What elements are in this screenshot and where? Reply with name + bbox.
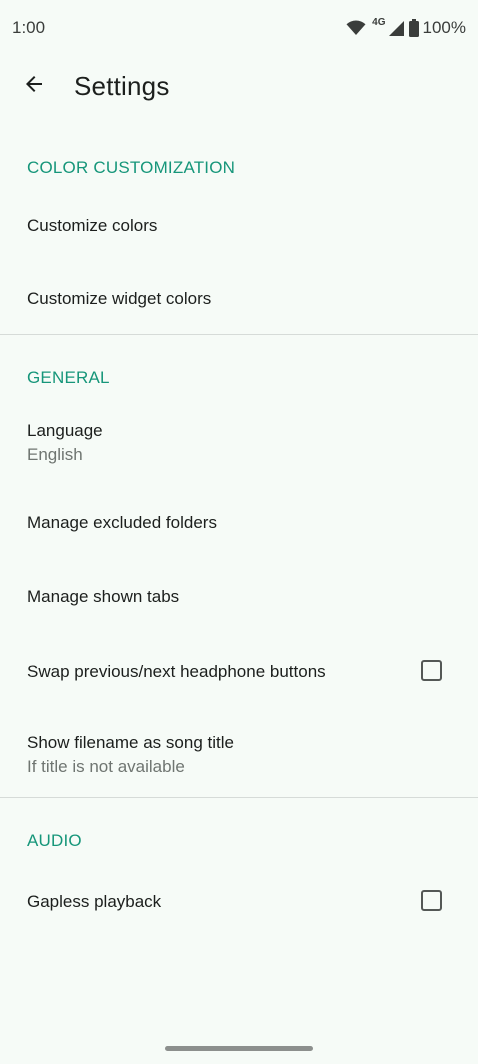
section-header-audio: AUDIO: [27, 831, 82, 850]
swap-headphone-buttons-item[interactable]: Swap previous/next headphone buttons: [0, 633, 478, 709]
manage-excluded-folders-label: Manage excluded folders: [27, 513, 217, 532]
language-label: Language: [27, 421, 103, 440]
arrow-back-icon: [22, 72, 46, 101]
manage-shown-tabs-item[interactable]: Manage shown tabs: [0, 559, 478, 633]
customize-widget-colors-label: Customize widget colors: [27, 289, 212, 308]
page-title: Settings: [74, 71, 170, 101]
customize-colors-item[interactable]: Customize colors: [0, 189, 478, 262]
manage-excluded-folders-item[interactable]: Manage excluded folders: [0, 485, 478, 559]
gesture-navigation-handle[interactable]: [165, 1046, 313, 1051]
section-divider: [0, 334, 478, 335]
wifi-icon: [346, 20, 366, 36]
swap-headphone-buttons-checkbox[interactable]: [421, 660, 442, 681]
status-time: 1:00: [12, 18, 46, 37]
network-type-label: 4G: [372, 16, 386, 28]
section-divider: [0, 797, 478, 798]
battery-icon: [408, 19, 419, 37]
battery-percentage: 100%: [422, 18, 466, 37]
swap-headphone-buttons-label: Swap previous/next headphone buttons: [27, 662, 326, 681]
show-filename-summary: If title is not available: [27, 757, 185, 776]
section-header-color-customization: COLOR CUSTOMIZATION: [27, 158, 236, 177]
language-item[interactable]: Language English: [0, 400, 478, 485]
show-filename-label: Show filename as song title: [27, 733, 234, 752]
status-icons: 4G 100%: [346, 16, 466, 40]
app-bar: Settings: [0, 58, 478, 118]
gapless-playback-checkbox[interactable]: [421, 890, 442, 911]
language-value: English: [27, 445, 83, 464]
section-header-general: GENERAL: [27, 368, 110, 387]
cell-signal-icon: [388, 20, 405, 37]
gapless-playback-item[interactable]: Gapless playback: [0, 862, 478, 940]
customize-colors-label: Customize colors: [27, 216, 158, 235]
status-bar: 1:00 4G 100%: [0, 0, 478, 56]
show-filename-item[interactable]: Show filename as song title If title is …: [0, 709, 478, 797]
gapless-playback-label: Gapless playback: [27, 892, 162, 911]
back-button[interactable]: [12, 64, 56, 108]
manage-shown-tabs-label: Manage shown tabs: [27, 587, 180, 606]
customize-widget-colors-item[interactable]: Customize widget colors: [0, 262, 478, 334]
